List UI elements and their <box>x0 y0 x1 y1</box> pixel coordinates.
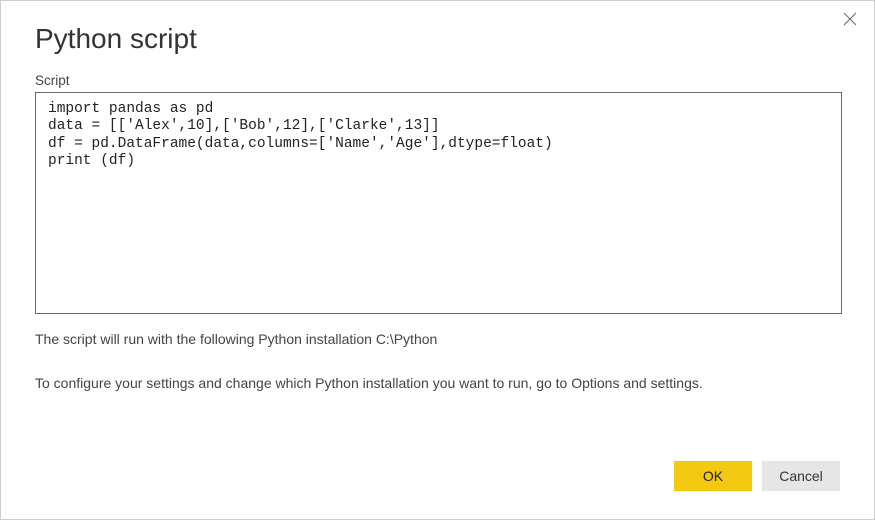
python-script-dialog: Python script Script import pandas as pd… <box>0 0 875 520</box>
configure-text: To configure your settings and change wh… <box>35 375 840 391</box>
script-input[interactable]: import pandas as pd data = [['Alex',10],… <box>35 92 842 314</box>
dialog-button-row: OK Cancel <box>674 461 840 491</box>
install-path-text: The script will run with the following P… <box>35 331 840 347</box>
dialog-content: Python script Script import pandas as pd… <box>1 1 874 391</box>
ok-button[interactable]: OK <box>674 461 752 491</box>
script-label: Script <box>35 73 840 88</box>
close-icon <box>843 12 857 31</box>
close-button[interactable] <box>840 11 860 31</box>
cancel-button[interactable]: Cancel <box>762 461 840 491</box>
dialog-title: Python script <box>35 23 840 55</box>
